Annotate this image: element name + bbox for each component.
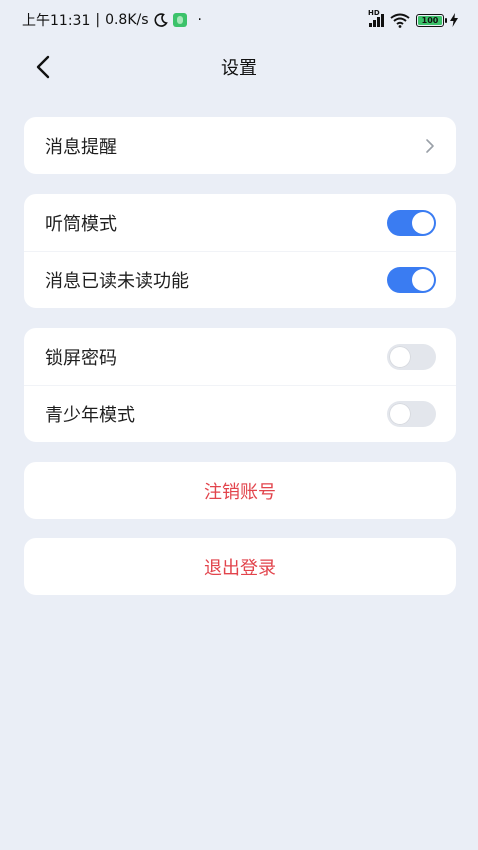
lock-screen-password-toggle[interactable] xyxy=(387,343,436,370)
notifications-card: 消息提醒 xyxy=(24,117,456,174)
status-bar-right: HD 100 xyxy=(368,9,458,28)
earpiece-mode-row: 听筒模式 xyxy=(24,194,456,251)
mode-toggles-card: 听筒模式 消息已读未读功能 xyxy=(24,194,456,308)
toggle-knob xyxy=(412,269,434,291)
back-button[interactable] xyxy=(26,50,60,84)
wifi-icon xyxy=(390,13,410,28)
read-receipt-toggle[interactable] xyxy=(387,267,436,293)
lock-screen-password-label: 锁屏密码 xyxy=(45,347,117,369)
toggle-knob xyxy=(389,345,411,368)
lock-screen-password-row: 锁屏密码 xyxy=(24,328,456,385)
app-notification-icon xyxy=(172,13,187,27)
page-title: 设置 xyxy=(221,58,257,79)
earpiece-mode-label: 听筒模式 xyxy=(45,213,117,235)
charging-icon xyxy=(450,13,458,27)
teen-mode-label: 青少年模式 xyxy=(45,405,135,426)
security-card: 锁屏密码 青少年模式 xyxy=(24,328,456,442)
logout-card: 退出登录 xyxy=(24,538,456,595)
chevron-right-icon xyxy=(426,138,434,153)
read-receipt-row: 消息已读未读功能 xyxy=(24,251,456,308)
status-bar-left: 上午11:31 | 0.8K/s · xyxy=(22,10,202,30)
read-receipt-label: 消息已读未读功能 xyxy=(45,271,189,292)
status-time: 上午11:31 xyxy=(22,13,91,29)
status-network-speed: 0.8K/s xyxy=(105,12,149,28)
back-arrow-icon xyxy=(36,55,50,79)
moon-icon xyxy=(154,13,168,27)
battery-icon: 100 xyxy=(416,13,447,27)
cancel-account-card: 注销账号 xyxy=(24,462,456,519)
signal-icon: HD xyxy=(368,9,384,27)
nav-bar: 设置 xyxy=(0,44,478,90)
notifications-label: 消息提醒 xyxy=(45,136,117,158)
status-divider: | xyxy=(95,12,101,28)
teen-mode-row: 青少年模式 xyxy=(24,385,456,442)
notifications-settings-row[interactable]: 消息提醒 xyxy=(24,117,456,174)
cancel-account-button[interactable]: 注销账号 xyxy=(24,462,456,519)
status-bar: 上午11:31 | 0.8K/s · HD 100 xyxy=(0,0,478,40)
earpiece-mode-toggle[interactable] xyxy=(387,209,436,236)
logout-button[interactable]: 退出登录 xyxy=(24,538,456,595)
network-type-label: HD xyxy=(368,9,380,17)
status-dot: · xyxy=(197,12,202,28)
toggle-knob xyxy=(389,403,411,425)
battery-level: 100 xyxy=(418,15,442,25)
toggle-knob xyxy=(412,211,434,234)
teen-mode-toggle[interactable] xyxy=(387,401,436,427)
